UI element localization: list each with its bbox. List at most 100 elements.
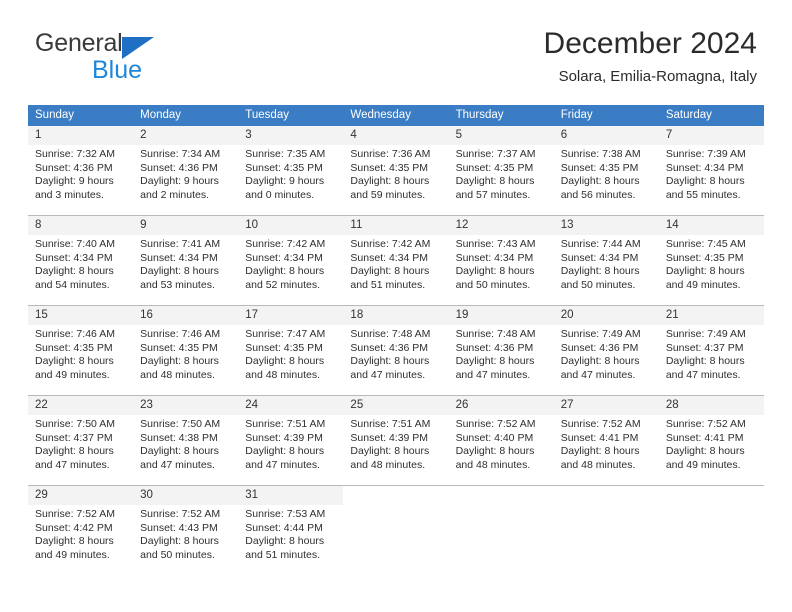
calendar-day-cell[interactable]: 29 Sunrise: 7:52 AM Sunset: 4:42 PM Dayligh… [28,486,134,575]
calendar-day-cell[interactable]: 21 Sunrise: 7:49 AM Sunset: 4:37 PM Dayligh… [658,306,764,395]
daylight-text-line2: and 47 minutes. [245,458,320,471]
calendar-day-cell[interactable]: 30 Sunrise: 7:52 AM Sunset: 4:43 PM Dayligh… [133,486,239,575]
daylight-text-line1: Daylight: 8 hours [140,535,219,548]
day-details: Sunrise: 7:35 AM Sunset: 4:35 PM Daylight:… [238,145,343,202]
sunset-text: Sunset: 4:36 PM [35,161,113,174]
weekday-header-friday: Friday [560,109,593,121]
daylight-text-line1: Daylight: 8 hours [560,445,640,458]
sunrise-text: Sunrise: 7:38 AM [560,148,641,160]
weekday-header-saturday: Saturday [665,109,712,121]
logo-text-blue: Blue [92,56,143,84]
daylight-text-line2: and 56 minutes. [560,188,636,201]
daylight-text-line2: and 54 minutes. [35,278,110,291]
daylight-text-line2: and 57 minutes. [455,188,531,201]
daylight-text-line1: Daylight: 8 hours [35,535,114,548]
daylight-text-line1: Daylight: 8 hours [350,175,430,188]
daylight-text-line1: Daylight: 8 hours [665,355,745,368]
daylight-text-line2: and 47 minutes. [560,368,636,381]
calendar-day-cell-empty [343,486,449,575]
calendar-day-cell[interactable]: 7 Sunrise: 7:39 AM Sunset: 4:34 PM Daylight… [658,126,764,215]
day-details: Sunrise: 7:48 AM Sunset: 4:36 PM Daylight:… [343,325,448,382]
day-number [448,486,554,505]
day-details [343,505,448,508]
calendar-day-cell[interactable]: 19 Sunrise: 7:48 AM Sunset: 4:36 PM Dayligh… [448,306,554,395]
daylight-text-line1: Daylight: 8 hours [350,355,430,368]
calendar-week-row: 29 Sunrise: 7:52 AM Sunset: 4:42 PM Dayligh… [28,485,764,575]
sunset-text: Sunset: 4:35 PM [560,161,639,174]
calendar-day-cell[interactable]: 26 Sunrise: 7:52 AM Sunset: 4:40 PM Dayligh… [448,396,554,485]
calendar-day-cell[interactable]: 5 Sunrise: 7:37 AM Sunset: 4:35 PM Daylight… [448,126,554,215]
calendar-page: General Blue December 2024 Solara, Emili… [0,0,792,612]
calendar-day-cell[interactable]: 22 Sunrise: 7:50 AM Sunset: 4:37 PM Dayligh… [28,396,134,485]
calendar-day-cell[interactable]: 20 Sunrise: 7:49 AM Sunset: 4:36 PM Dayligh… [553,306,659,395]
calendar-day-cell[interactable]: 27 Sunrise: 7:52 AM Sunset: 4:41 PM Dayligh… [553,396,659,485]
calendar-day-cell[interactable]: 3 Sunrise: 7:35 AM Sunset: 4:35 PM Daylight… [238,126,344,215]
calendar-week-row: 15 Sunrise: 7:46 AM Sunset: 4:35 PM Dayligh… [28,305,764,395]
daylight-text-line2: and 49 minutes. [35,548,110,561]
day-details [554,505,659,508]
sunset-text: Sunset: 4:43 PM [140,521,218,534]
day-details: Sunrise: 7:49 AM Sunset: 4:36 PM Daylight:… [554,325,659,382]
sunrise-text: Sunrise: 7:42 AM [245,238,326,250]
calendar-day-cell[interactable]: 24 Sunrise: 7:51 AM Sunset: 4:39 PM Dayligh… [238,396,344,485]
day-number: 22 [28,396,134,415]
daylight-text-line1: Daylight: 8 hours [140,445,219,458]
day-details: Sunrise: 7:47 AM Sunset: 4:35 PM Daylight:… [238,325,343,382]
day-details: Sunrise: 7:52 AM Sunset: 4:43 PM Daylight:… [133,505,238,562]
sunset-text: Sunset: 4:36 PM [350,341,429,354]
sunset-text: Sunset: 4:34 PM [455,251,534,264]
day-number: 2 [133,126,239,145]
daylight-text-line1: Daylight: 8 hours [455,355,535,368]
calendar-day-cell[interactable]: 11 Sunrise: 7:42 AM Sunset: 4:34 PM Dayligh… [343,216,449,305]
day-number: 20 [553,306,659,325]
calendar-day-cell[interactable]: 15 Sunrise: 7:46 AM Sunset: 4:35 PM Dayligh… [28,306,134,395]
daylight-text-line1: Daylight: 8 hours [665,175,745,188]
daylight-text-line2: and 49 minutes. [35,368,110,381]
daylight-text-line1: Daylight: 9 hours [35,175,114,188]
calendar-day-cell[interactable]: 28 Sunrise: 7:52 AM Sunset: 4:41 PM Dayligh… [658,396,764,485]
calendar-day-cell[interactable]: 14 Sunrise: 7:45 AM Sunset: 4:35 PM Dayligh… [658,216,764,305]
day-number: 4 [343,126,449,145]
day-number [658,486,764,505]
daylight-text-line1: Daylight: 8 hours [455,265,535,278]
calendar-day-cell[interactable]: 1 Sunrise: 7:32 AM Sunset: 4:36 PM Daylight… [28,126,134,215]
calendar-day-cell[interactable]: 10 Sunrise: 7:42 AM Sunset: 4:34 PM Dayligh… [238,216,344,305]
general-blue-logo[interactable]: General Blue [35,28,255,86]
weekday-header-tuesday: Tuesday [245,109,289,121]
daylight-text-line1: Daylight: 8 hours [455,445,535,458]
calendar-day-cell[interactable]: 18 Sunrise: 7:48 AM Sunset: 4:36 PM Dayligh… [343,306,449,395]
calendar-day-cell[interactable]: 23 Sunrise: 7:50 AM Sunset: 4:38 PM Dayligh… [133,396,239,485]
day-details: Sunrise: 7:52 AM Sunset: 4:41 PM Daylight:… [554,415,659,472]
calendar-day-cell[interactable]: 4 Sunrise: 7:36 AM Sunset: 4:35 PM Daylight… [343,126,449,215]
day-details: Sunrise: 7:49 AM Sunset: 4:37 PM Daylight:… [659,325,764,382]
calendar-day-cell[interactable]: 2 Sunrise: 7:34 AM Sunset: 4:36 PM Daylight… [133,126,239,215]
daylight-text-line2: and 0 minutes. [245,188,315,201]
weekday-header-sunday: Sunday [35,109,75,121]
calendar-day-cell[interactable]: 12 Sunrise: 7:43 AM Sunset: 4:34 PM Dayligh… [448,216,554,305]
sunset-text: Sunset: 4:35 PM [35,341,113,354]
calendar-day-cell[interactable]: 25 Sunrise: 7:51 AM Sunset: 4:39 PM Dayligh… [343,396,449,485]
day-details: Sunrise: 7:43 AM Sunset: 4:34 PM Daylight:… [449,235,554,292]
sunrise-text: Sunrise: 7:52 AM [140,508,221,520]
calendar-day-cell[interactable]: 8 Sunrise: 7:40 AM Sunset: 4:34 PM Daylight… [28,216,134,305]
sunset-text: Sunset: 4:36 PM [455,341,534,354]
calendar-day-cell[interactable]: 9 Sunrise: 7:41 AM Sunset: 4:34 PM Daylight… [133,216,239,305]
page-subtitle: Solara, Emilia-Romagna, Italy [558,68,757,85]
sunrise-text: Sunrise: 7:48 AM [350,328,431,340]
day-number: 29 [28,486,134,505]
calendar-day-cell[interactable]: 17 Sunrise: 7:47 AM Sunset: 4:35 PM Dayligh… [238,306,344,395]
calendar-day-cell[interactable]: 31 Sunrise: 7:53 AM Sunset: 4:44 PM Dayligh… [238,486,344,575]
sunrise-text: Sunrise: 7:51 AM [350,418,431,430]
calendar-day-cell-empty [658,486,764,575]
daylight-text-line2: and 51 minutes. [245,548,320,561]
sunset-text: Sunset: 4:34 PM [560,251,639,264]
logo-text-general: General [35,29,123,57]
sunset-text: Sunset: 4:41 PM [665,431,744,444]
daylight-text-line2: and 47 minutes. [455,368,531,381]
calendar-day-cell[interactable]: 13 Sunrise: 7:44 AM Sunset: 4:34 PM Dayligh… [553,216,659,305]
calendar-day-cell[interactable]: 6 Sunrise: 7:38 AM Sunset: 4:35 PM Daylight… [553,126,659,215]
day-number: 9 [133,216,239,235]
day-number: 16 [133,306,239,325]
sunrise-text: Sunrise: 7:36 AM [350,148,431,160]
calendar-day-cell[interactable]: 16 Sunrise: 7:46 AM Sunset: 4:35 PM Dayligh… [133,306,239,395]
